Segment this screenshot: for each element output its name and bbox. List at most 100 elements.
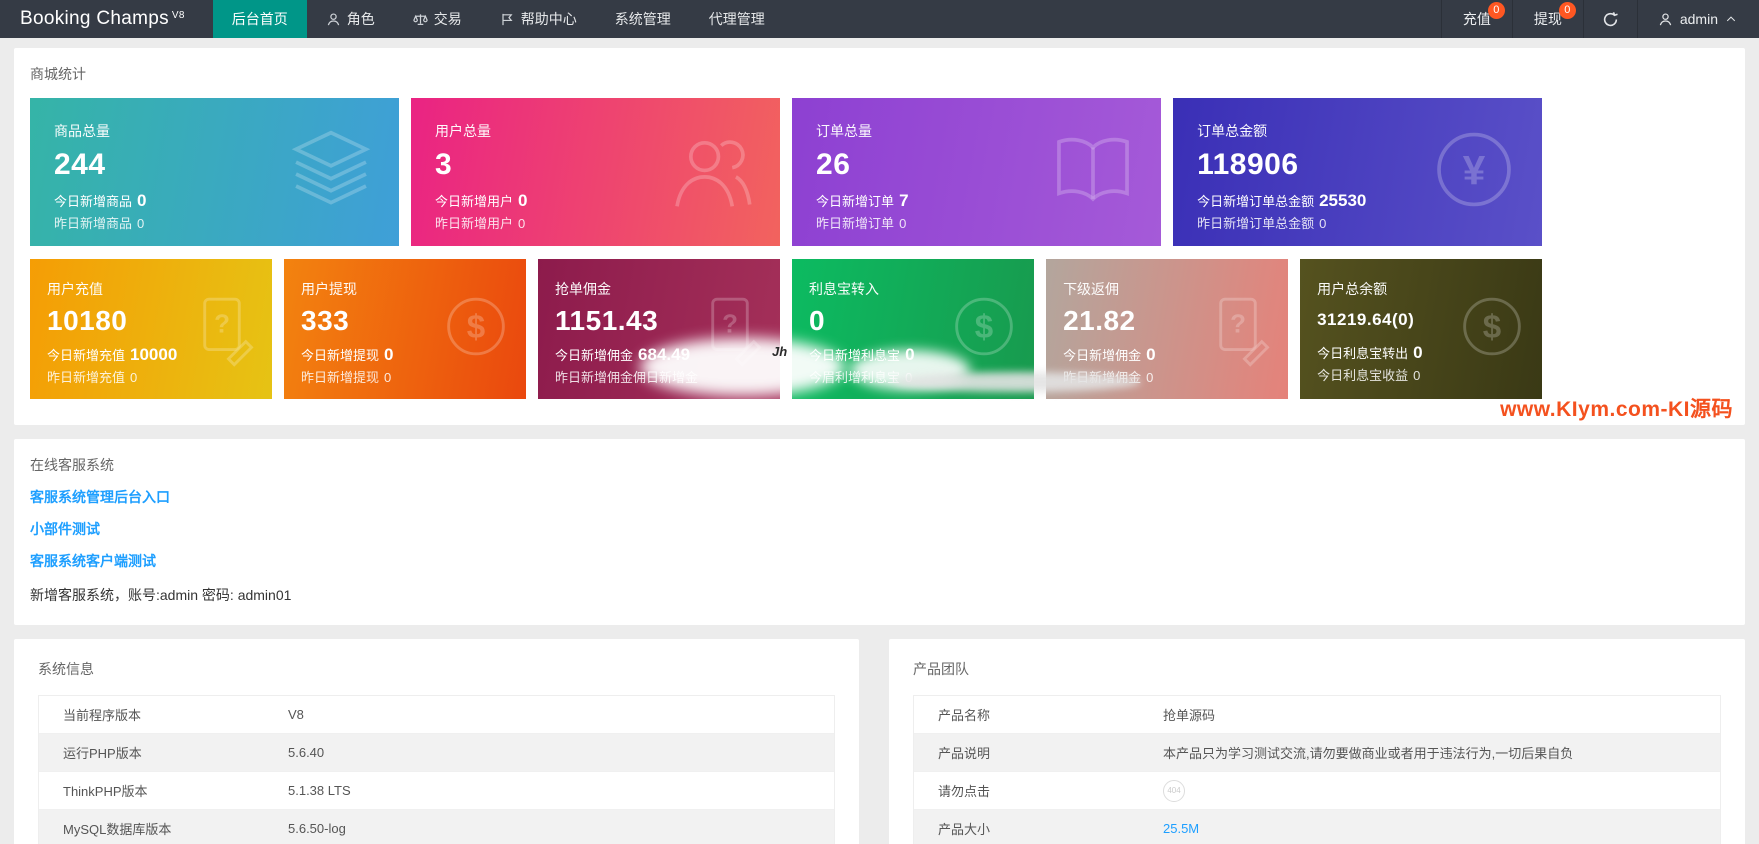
app-logo: Booking Champs V8	[0, 0, 213, 38]
row-value: 5.6.40	[288, 745, 325, 760]
nav-tab-label: 系统管理	[614, 11, 671, 27]
stat-card-user-total: 用户总量 3 今日新增用户 0 昨日新增用户 0	[411, 98, 781, 246]
stat-value: 333	[301, 305, 350, 336]
stat-line-label: 今日利息宝收益	[1317, 368, 1409, 383]
row-label: MySQL数据库版本	[63, 822, 172, 837]
nav-tab-system-admin[interactable]: 系统管理	[596, 0, 690, 38]
table-row: 运行PHP版本 5.6.40	[39, 734, 834, 772]
service-link-client-test[interactable]: 客服系统客户端测试	[30, 551, 1729, 571]
stat-title: 用户提现	[301, 281, 358, 297]
bottom-panels: 系统信息 当前程序版本 V8 运行PHP版本 5.6.40 ThinkPHP版本…	[14, 639, 1745, 844]
product-team-table: 产品名称 抢单源码 产品说明 本产品只为学习测试交流,请勿要做商业或者用于违法行…	[913, 695, 1721, 844]
stat-cards-row-1: 商品总量 244 今日新增商品 0 昨日新增商品 0 用户总量 3 今日新增用户 0 …	[30, 98, 1543, 246]
stat-line-value: 0	[1319, 216, 1327, 231]
table-row: 当前程序版本 V8	[39, 696, 834, 734]
stat-title: 用户总余额	[1317, 281, 1388, 297]
app-logo-version: V8	[171, 9, 185, 21]
stat-value: 118906	[1197, 148, 1299, 181]
table-row: 请勿点击 404	[914, 772, 1720, 810]
stat-line-value: 25530	[1319, 191, 1367, 210]
section-title-online-service: 在线客服系统	[30, 457, 114, 473]
stat-line-label: 昨日新增充值	[47, 370, 126, 385]
stat-line-label: 昨日新增订单总金额	[1197, 216, 1315, 231]
nav-tab-label: 后台首页	[231, 11, 288, 27]
stat-line-value: 0	[1146, 370, 1154, 385]
stat-line-value: 0	[1146, 345, 1156, 364]
row-value: V8	[288, 707, 304, 722]
system-info-table: 当前程序版本 V8 运行PHP版本 5.6.40 ThinkPHP版本 5.1.…	[38, 695, 835, 844]
service-account-note: 新增客服系统，账号:admin 密码: admin01	[30, 587, 292, 603]
stat-value: 0	[809, 305, 826, 336]
stat-value: 244	[54, 148, 106, 181]
service-link-admin-entry[interactable]: 客服系统管理后台入口	[30, 487, 1729, 507]
nav-tab-agent-admin[interactable]: 代理管理	[690, 0, 784, 38]
row-label: 产品大小	[938, 822, 991, 837]
stat-line-label: 今眉利增利息宝	[809, 370, 901, 385]
stat-line-label: 今日新增订单总金额	[1197, 194, 1315, 209]
stat-value: 3	[435, 148, 453, 181]
navbar-right: 充值 0 提现 0 admin	[1440, 0, 1759, 38]
person-icon	[327, 12, 339, 25]
stat-line-label: 昨日新增商品	[54, 216, 133, 231]
stat-card-sub-rebate: 下级返佣 21.82 今日新增佣金 0 昨日新增佣金 0 ?	[1046, 259, 1289, 399]
row-label: 产品名称	[938, 708, 991, 723]
nav-tab-label: 角色	[346, 11, 375, 27]
recharge-label: 充值	[1462, 11, 1491, 27]
stat-line-label: 昨日新增提现	[301, 370, 380, 385]
nav-tab-roles[interactable]: 角色	[307, 0, 394, 38]
stat-card-user-balance: 用户总余额 31219.64(0) 今日利息宝转出 0 今日利息宝收益 0 $	[1300, 259, 1543, 399]
service-link-widget-test[interactable]: 小部件测试	[30, 519, 1729, 539]
stat-title: 订单总金额	[1197, 123, 1268, 139]
404-circle-icon[interactable]: 404	[1163, 779, 1185, 802]
stat-value: 21.82	[1063, 305, 1136, 336]
product-team-panel: 产品团队 产品名称 抢单源码 产品说明 本产品只为学习测试交流,请勿要做商业或者…	[889, 639, 1745, 844]
stat-line-label: 昨日新增佣金	[1063, 370, 1142, 385]
stat-line-label: 昨日新增佣金佣日新增金	[555, 370, 699, 385]
table-row: 产品大小 25.5M	[914, 810, 1720, 844]
stat-line-label: 今日新增充值	[47, 348, 126, 363]
refresh-icon	[1603, 11, 1618, 26]
stat-card-goods-total: 商品总量 244 今日新增商品 0 昨日新增商品 0	[30, 98, 400, 246]
nav-tab-home[interactable]: 后台首页	[212, 0, 307, 38]
recharge-button[interactable]: 充值 0	[1440, 0, 1512, 38]
nav-tab-trade[interactable]: 交易	[394, 0, 481, 38]
product-size-link[interactable]: 25.5M	[1163, 821, 1199, 836]
stat-card-grab-commission: 抢单佣金 1151.43 今日新增佣金 684.49 昨日新增佣金佣日新增金 ?	[538, 259, 781, 399]
person-icon	[1659, 12, 1672, 25]
stat-line-value: 7	[899, 191, 909, 210]
table-row: 产品名称 抢单源码	[914, 696, 1720, 734]
stat-card-order-total: 订单总量 26 今日新增订单 7 昨日新增订单 0	[792, 98, 1162, 246]
row-value: 抢单源码	[1163, 708, 1216, 723]
stat-line-value: 0	[137, 191, 147, 210]
table-row: 产品说明 本产品只为学习测试交流,请勿要做商业或者用于违法行为,一切后果自负	[914, 734, 1720, 772]
stat-cards: 商品总量 244 今日新增商品 0 昨日新增商品 0 用户总量 3 今日新增用户 0 …	[30, 98, 1543, 399]
nav-tab-label: 交易	[433, 11, 462, 27]
stat-line-value: 0	[905, 370, 913, 385]
section-title-system-info: 系统信息	[38, 661, 94, 677]
username: admin	[1679, 11, 1718, 27]
stat-line-value: 10000	[130, 345, 178, 364]
nav-tab-help-center[interactable]: 帮助中心	[481, 0, 596, 38]
app-logo-text: Booking Champs	[20, 8, 169, 29]
stat-card-user-withdraw: 用户提现 333 今日新增提现 0 昨日新增提现 0 $	[284, 259, 527, 399]
refresh-button[interactable]	[1582, 0, 1637, 38]
user-menu[interactable]: admin	[1636, 0, 1759, 38]
stat-line-label: 今日新增提现	[301, 348, 380, 363]
top-navbar: Booking Champs V8 后台首页 角色 交易 帮助中心 系统管理 代…	[0, 0, 1759, 38]
recharge-badge: 0	[1487, 2, 1505, 19]
chevron-up-icon	[1726, 16, 1736, 22]
scales-icon	[413, 13, 428, 25]
stat-value: 10180	[47, 305, 128, 336]
stat-title: 用户总量	[435, 123, 492, 139]
service-links: 客服系统管理后台入口 小部件测试 客服系统客户端测试	[30, 487, 1729, 571]
withdraw-badge: 0	[1558, 2, 1576, 19]
nav-tab-label: 代理管理	[708, 11, 765, 27]
stat-line-value: 0	[518, 216, 526, 231]
stat-line-label: 昨日新增用户	[435, 216, 514, 231]
table-row: MySQL数据库版本 5.6.50-log	[39, 810, 834, 844]
withdraw-button[interactable]: 提现 0	[1511, 0, 1583, 38]
stat-cards-row-2: 用户充值 10180 今日新增充值 10000 昨日新增充值 0 ? 用户提现 33…	[30, 259, 1543, 399]
row-value: 5.1.38 LTS	[288, 783, 351, 798]
stat-line-value: 684.49	[638, 345, 691, 364]
stat-line-label: 今日新增利息宝	[809, 348, 901, 363]
